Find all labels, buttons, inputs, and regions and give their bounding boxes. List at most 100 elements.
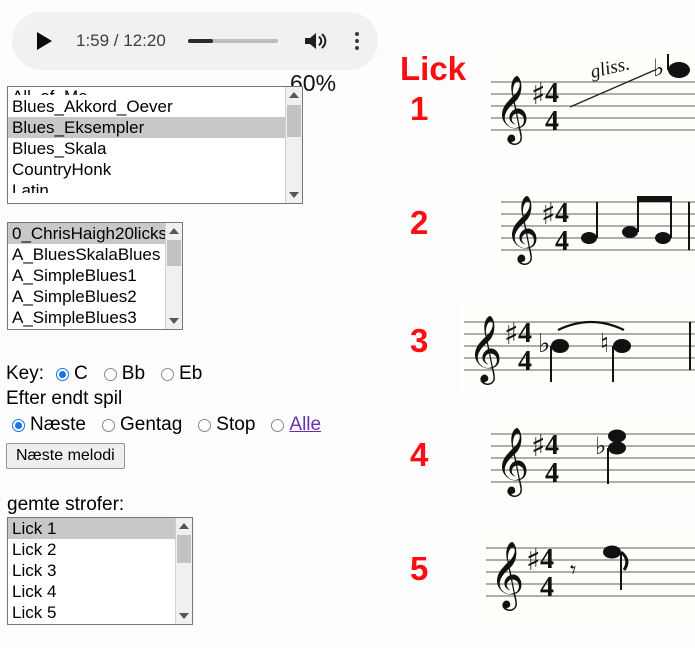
- list-item[interactable]: Blues_Skala: [8, 138, 285, 159]
- svg-text:gliss.: gliss.: [588, 53, 631, 82]
- svg-text:4: 4: [545, 106, 559, 137]
- radio-gentag[interactable]: [101, 419, 115, 432]
- svg-text:𝄞: 𝄞: [468, 314, 502, 385]
- scroll-down-arrow-icon[interactable]: [176, 608, 192, 624]
- alle-link[interactable]: Alle: [289, 414, 321, 436]
- svg-text:♭: ♭: [653, 54, 664, 82]
- volume-icon[interactable]: [302, 29, 328, 53]
- svg-text:4: 4: [555, 198, 569, 229]
- next-melody-button[interactable]: Næste melodi: [6, 443, 125, 469]
- scroll-down-arrow-icon[interactable]: [286, 187, 302, 203]
- list-item[interactable]: A_BluesSkalaBlues: [8, 244, 165, 265]
- lick-number-3: 3: [410, 322, 429, 359]
- scrollbar-thumb[interactable]: [287, 105, 301, 137]
- scrollbar-thumb[interactable]: [167, 240, 181, 266]
- lick-staff-2[interactable]: 𝄞 ♯ 4 4: [497, 190, 695, 270]
- play-triangle: [36, 32, 52, 50]
- list-item[interactable]: Lick 1: [8, 518, 175, 539]
- svg-text:4: 4: [518, 318, 532, 349]
- list-item[interactable]: Blues_Akkord_Oever: [8, 96, 285, 117]
- scroll-down-arrow-icon[interactable]: [166, 313, 182, 329]
- volume-slider[interactable]: [187, 39, 278, 43]
- lick-staff-3[interactable]: 𝄞 ♯ 4 4 ♭ ♮: [460, 300, 695, 392]
- kebab-dot: [354, 32, 359, 36]
- lick-staff-5[interactable]: 𝄞 ♯ 4 4 𝄾: [482, 528, 695, 618]
- lick-item-3: 3 𝄞 ♯ 4 4 ♭ ♮: [392, 300, 695, 410]
- kebab-dot: [354, 39, 359, 43]
- list-item[interactable]: Lick 2: [8, 539, 175, 560]
- scrollbar-thumb[interactable]: [177, 535, 191, 563]
- media-player-bar: 1:59 / 12:20: [12, 12, 378, 70]
- lick-number-5: 5: [410, 550, 429, 587]
- list-item[interactable]: 0_ChrisHaigh20licks: [8, 223, 165, 244]
- list-item[interactable]: CountryHonk: [8, 159, 285, 180]
- svg-text:♯: ♯: [531, 429, 546, 464]
- lick-item-1: Lick 1 𝄞 ♯ 4 4 gliss. ♭: [392, 52, 695, 162]
- file-listbox-scrollbar[interactable]: [165, 223, 182, 329]
- lick-staff-4[interactable]: 𝄞 ♯ 4 4 ♭: [487, 420, 695, 500]
- svg-text:4: 4: [545, 458, 559, 489]
- scroll-up-arrow-icon[interactable]: [166, 223, 182, 239]
- list-item[interactable]: Latin: [8, 180, 285, 193]
- radio-naeste[interactable]: [12, 419, 25, 432]
- kebab-menu-icon[interactable]: [348, 29, 366, 53]
- saved-strofer-scrollbar[interactable]: [175, 518, 192, 624]
- radio-stop-label[interactable]: Stop: [216, 414, 255, 436]
- saved-strofer-label: gemte strofer:: [7, 494, 125, 515]
- melody-listbox[interactable]: All_of_Me Blues_Akkord_Oever Blues_Eksem…: [7, 86, 303, 204]
- svg-text:𝄞: 𝄞: [505, 194, 539, 265]
- radio-alle[interactable]: [271, 419, 285, 432]
- svg-text:𝄞: 𝄞: [490, 540, 524, 611]
- svg-text:4: 4: [540, 572, 554, 603]
- playback-options-form: Key: C Bb Eb Efter endt spil Næste Genta…: [6, 361, 386, 469]
- licks-panel: Lick 1 𝄞 ♯ 4 4 gliss. ♭ 2 𝄞 ♯ 4 4 3 𝄞 ♯ …: [392, 0, 695, 648]
- after-play-heading: Efter endt spil: [6, 386, 386, 411]
- svg-text:♭: ♭: [595, 432, 606, 460]
- radio-key-eb[interactable]: [161, 368, 175, 381]
- list-item[interactable]: Lick 4: [8, 581, 175, 602]
- key-row: Key: C Bb Eb: [6, 361, 386, 386]
- svg-text:𝄞: 𝄞: [495, 426, 529, 497]
- radio-key-bb-label[interactable]: Bb: [122, 363, 145, 385]
- svg-text:♮: ♮: [600, 329, 609, 359]
- list-item[interactable]: A_SimpleBlues3: [8, 307, 165, 328]
- svg-text:4: 4: [555, 226, 569, 257]
- list-item[interactable]: Lick 5: [8, 602, 175, 623]
- svg-text:♯: ♯: [526, 543, 541, 578]
- svg-text:4: 4: [545, 430, 559, 461]
- play-icon[interactable]: [32, 29, 56, 53]
- radio-key-eb-label[interactable]: Eb: [179, 363, 202, 385]
- svg-text:𝄞: 𝄞: [495, 74, 529, 145]
- radio-stop[interactable]: [198, 419, 212, 432]
- melody-listbox-items: All_of_Me Blues_Akkord_Oever Blues_Eksem…: [8, 87, 285, 203]
- key-label: Key:: [6, 362, 45, 384]
- saved-strofer-items: Lick 1 Lick 2 Lick 3 Lick 4 Lick 5: [8, 518, 175, 624]
- lick-item-4: 4 𝄞 ♯ 4 4 ♭: [392, 420, 695, 520]
- file-listbox[interactable]: 0_ChrisHaigh20licks A_BluesSkalaBlues A_…: [7, 222, 183, 330]
- scroll-up-arrow-icon[interactable]: [176, 518, 192, 534]
- scroll-up-arrow-icon[interactable]: [286, 87, 302, 103]
- list-item[interactable]: Lick 3: [8, 560, 175, 581]
- svg-text:♯: ♯: [531, 77, 546, 112]
- after-play-label: Efter endt spil: [6, 387, 123, 409]
- time-display: 1:59 / 12:20: [76, 31, 166, 50]
- file-listbox-items: 0_ChrisHaigh20licks A_BluesSkalaBlues A_…: [8, 223, 165, 329]
- lick-staff-1[interactable]: 𝄞 ♯ 4 4 gliss. ♭: [487, 52, 695, 150]
- list-item[interactable]: A_SimpleBlues2: [8, 286, 165, 307]
- svg-text:4: 4: [545, 78, 559, 109]
- saved-strofer-listbox[interactable]: Lick 1 Lick 2 Lick 3 Lick 4 Lick 5: [7, 517, 193, 625]
- radio-key-c-label[interactable]: C: [74, 363, 88, 385]
- melody-listbox-scrollbar[interactable]: [285, 87, 302, 203]
- radio-key-bb[interactable]: [103, 368, 117, 381]
- lick-item-2: 2 𝄞 ♯ 4 4: [392, 190, 695, 290]
- radio-key-c[interactable]: [56, 368, 70, 381]
- svg-text:𝄾: 𝄾: [570, 556, 576, 584]
- lick-item-5: 5 𝄞 ♯ 4 4 𝄾: [392, 528, 695, 638]
- list-item[interactable]: A_SimpleBlues1: [8, 265, 165, 286]
- list-item[interactable]: Blues_Eksempler: [8, 117, 285, 138]
- svg-text:♯: ♯: [541, 197, 556, 232]
- list-item[interactable]: All_of_Me: [8, 87, 285, 95]
- lick-number-1: 1: [410, 90, 429, 127]
- radio-naeste-label[interactable]: Næste: [30, 414, 86, 436]
- radio-gentag-label[interactable]: Gentag: [120, 414, 182, 436]
